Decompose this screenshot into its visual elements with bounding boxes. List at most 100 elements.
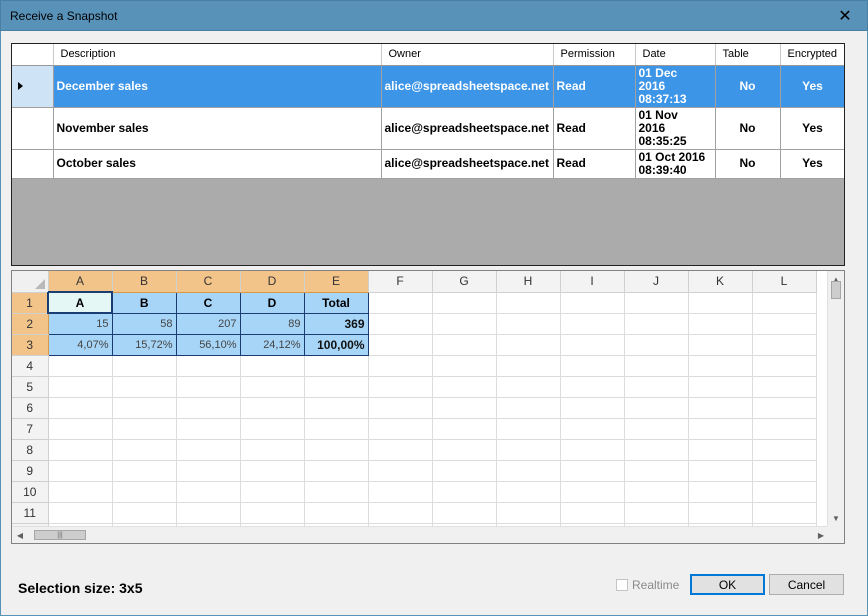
cell[interactable] <box>368 397 433 419</box>
cell[interactable] <box>560 292 625 314</box>
cell[interactable] <box>368 481 433 503</box>
cell[interactable] <box>432 439 497 461</box>
cell[interactable] <box>48 418 113 440</box>
cell[interactable] <box>112 397 177 419</box>
snapshot-description[interactable]: December sales <box>53 65 382 108</box>
cell[interactable] <box>368 313 433 335</box>
cell[interactable] <box>432 313 497 335</box>
column-header-f[interactable]: F <box>368 271 433 293</box>
cell[interactable] <box>176 376 241 398</box>
cell[interactable] <box>560 355 625 377</box>
ok-button[interactable]: OK <box>690 574 765 595</box>
cell[interactable] <box>176 397 241 419</box>
snapshot-encrypted[interactable]: Yes <box>780 149 844 179</box>
cell[interactable] <box>432 460 497 482</box>
cell[interactable] <box>432 334 497 356</box>
cell[interactable] <box>688 439 753 461</box>
cell[interactable] <box>240 397 305 419</box>
snapshot-table[interactable]: No <box>715 149 781 179</box>
snapshot-date[interactable]: 01 Dec 2016 08:37:13 <box>635 65 716 108</box>
cell[interactable] <box>752 481 817 503</box>
cell[interactable] <box>48 355 113 377</box>
cell[interactable] <box>112 355 177 377</box>
cell[interactable] <box>304 418 369 440</box>
column-header-encrypted[interactable]: Encrypted <box>780 44 844 66</box>
cell[interactable] <box>240 418 305 440</box>
row-header[interactable]: 9 <box>12 460 49 482</box>
snapshot-row[interactable]: December sales alice@spreadsheetspace.ne… <box>12 65 844 108</box>
cell[interactable] <box>112 376 177 398</box>
cell[interactable] <box>304 397 369 419</box>
cell[interactable] <box>304 460 369 482</box>
cell[interactable] <box>752 397 817 419</box>
cell-a1[interactable]: A <box>47 291 113 314</box>
cell[interactable] <box>240 481 305 503</box>
column-header-table[interactable]: Table <box>715 44 781 66</box>
column-header-b[interactable]: B <box>112 271 177 293</box>
cell[interactable] <box>752 439 817 461</box>
snapshot-owner[interactable]: alice@spreadsheetspace.net <box>381 65 554 108</box>
cancel-button[interactable]: Cancel <box>769 574 844 595</box>
cell[interactable] <box>176 481 241 503</box>
cell[interactable] <box>176 439 241 461</box>
snapshot-permission[interactable]: Read <box>553 149 636 179</box>
cell[interactable] <box>432 355 497 377</box>
snapshot-owner[interactable]: alice@spreadsheetspace.net <box>381 107 554 150</box>
cell[interactable] <box>432 502 497 524</box>
row-header[interactable]: 2 <box>12 313 49 335</box>
snapshot-encrypted[interactable]: Yes <box>780 65 844 108</box>
cell[interactable] <box>176 418 241 440</box>
cell[interactable] <box>560 334 625 356</box>
cell[interactable] <box>624 355 689 377</box>
row-header[interactable]: 8 <box>12 439 49 461</box>
cell[interactable] <box>752 292 817 314</box>
vertical-scrollbar[interactable]: ▲ ▼ <box>827 271 844 527</box>
cell[interactable] <box>432 481 497 503</box>
cell[interactable] <box>112 481 177 503</box>
cell-d3[interactable]: 24,12% <box>239 333 305 356</box>
cell[interactable] <box>752 460 817 482</box>
snapshot-date[interactable]: 01 Oct 2016 08:39:40 <box>635 149 716 179</box>
cell-c1[interactable]: C <box>175 291 241 314</box>
snapshot-table[interactable]: No <box>715 65 781 108</box>
cell[interactable] <box>688 355 753 377</box>
cell[interactable] <box>112 418 177 440</box>
cell[interactable] <box>624 376 689 398</box>
cell-b2[interactable]: 58 <box>111 312 177 335</box>
cell[interactable] <box>688 418 753 440</box>
cell[interactable] <box>368 355 433 377</box>
sheet-preview[interactable]: A B C D E F G H I J K L 1 A B C D Total … <box>11 270 845 544</box>
cell[interactable] <box>496 313 561 335</box>
cell-b3[interactable]: 15,72% <box>111 333 177 356</box>
column-header-date[interactable]: Date <box>635 44 716 66</box>
cell[interactable] <box>368 376 433 398</box>
cell[interactable] <box>432 397 497 419</box>
cell[interactable] <box>752 334 817 356</box>
cell[interactable] <box>48 376 113 398</box>
row-header[interactable]: 7 <box>12 418 49 440</box>
cell[interactable] <box>496 292 561 314</box>
scroll-left-icon[interactable]: ◀ <box>12 527 28 543</box>
cell-b1[interactable]: B <box>111 291 177 314</box>
cell[interactable] <box>688 313 753 335</box>
cell[interactable] <box>48 481 113 503</box>
cell[interactable] <box>304 481 369 503</box>
cell[interactable] <box>560 397 625 419</box>
cell[interactable] <box>752 376 817 398</box>
snapshot-description[interactable]: October sales <box>53 149 382 179</box>
cell[interactable] <box>240 439 305 461</box>
column-header-a[interactable]: A <box>48 271 113 293</box>
cell[interactable] <box>496 481 561 503</box>
cell[interactable] <box>240 502 305 524</box>
cell[interactable] <box>48 502 113 524</box>
cell[interactable] <box>752 355 817 377</box>
snapshot-grid[interactable]: Description Owner Permission Date Table … <box>11 43 845 266</box>
cell[interactable] <box>48 460 113 482</box>
row-header[interactable]: 5 <box>12 376 49 398</box>
snapshot-description[interactable]: November sales <box>53 107 382 150</box>
cell[interactable] <box>496 418 561 440</box>
cell[interactable] <box>624 334 689 356</box>
cell[interactable] <box>496 502 561 524</box>
snapshot-permission[interactable]: Read <box>553 65 636 108</box>
cell[interactable] <box>368 502 433 524</box>
